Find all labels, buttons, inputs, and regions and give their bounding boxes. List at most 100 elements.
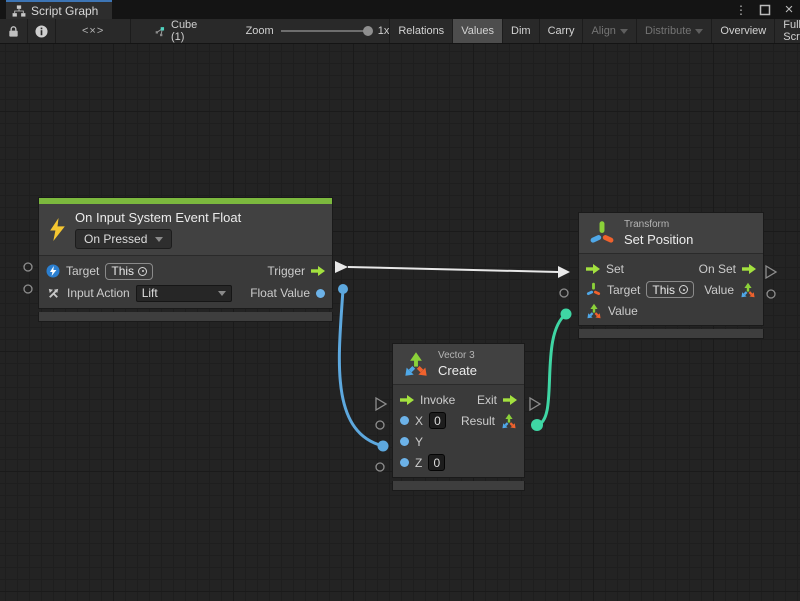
scope-target-icon xyxy=(679,285,688,294)
fullscreen-button[interactable]: Full Screen xyxy=(774,19,800,43)
y-label: Y xyxy=(415,435,423,449)
edge-arrowhead xyxy=(558,266,570,278)
x-value-input[interactable]: 0 xyxy=(429,412,446,429)
zoom-slider[interactable] xyxy=(281,30,371,32)
chevron-down-icon xyxy=(695,29,703,34)
script-graph-window: Script Graph ⋮ × <×> Cube (1) Zoom 1x xyxy=(0,0,800,601)
node-transform-set-position[interactable]: Transform Set Position Set On Set xyxy=(578,212,764,339)
target-this-chip[interactable]: This xyxy=(105,263,153,280)
flow-arrow-icon xyxy=(503,395,517,405)
angle-brackets-icon: <×> xyxy=(82,25,104,37)
port-transform-target[interactable] xyxy=(560,289,568,297)
tab-title: Script Graph xyxy=(31,4,98,18)
graph-canvas[interactable]: On Input System Event Float On Pressed T… xyxy=(0,44,800,601)
values-button[interactable]: Values xyxy=(452,19,502,43)
on-set-label: On Set xyxy=(699,262,736,276)
relations-button[interactable]: Relations xyxy=(389,19,452,43)
script-graph-icon xyxy=(12,5,26,17)
tab-bar: Script Graph ⋮ × xyxy=(0,0,800,19)
lock-icon xyxy=(7,25,20,38)
window-menu-icon[interactable]: ⋮ xyxy=(734,3,748,17)
vector3-icon xyxy=(740,282,756,298)
invoke-label: Invoke xyxy=(420,393,455,407)
zoom-control: Zoom 1x xyxy=(246,19,390,43)
chevron-down-icon xyxy=(218,291,226,296)
port-invoke-in[interactable] xyxy=(376,398,386,410)
input-action-select[interactable]: Lift xyxy=(136,285,232,302)
port-y-in[interactable] xyxy=(378,441,389,452)
z-label: Z xyxy=(415,456,422,470)
target-this-chip[interactable]: This xyxy=(646,281,694,298)
vector3-icon xyxy=(501,413,517,429)
chevron-down-icon xyxy=(620,29,628,34)
align-dropdown[interactable]: Align xyxy=(582,19,635,43)
chevron-down-icon xyxy=(155,237,163,242)
overview-button[interactable]: Overview xyxy=(711,19,774,43)
graph-name: Cube (1) xyxy=(171,19,202,43)
input-action-icon xyxy=(46,286,61,301)
toolbar-buttons: Relations Values Dim Carry Align Distrib… xyxy=(389,19,800,43)
node-footer xyxy=(392,481,525,491)
node-on-input-system-event-float[interactable]: On Input System Event Float On Pressed T… xyxy=(38,197,333,322)
value-in-label: Value xyxy=(608,304,638,318)
port-event-target[interactable] xyxy=(24,263,32,271)
float-port-icon[interactable] xyxy=(400,437,409,446)
float-value-label: Float Value xyxy=(250,286,310,300)
zoom-slider-knob[interactable] xyxy=(363,26,373,36)
flow-arrow-icon xyxy=(742,264,756,274)
distribute-dropdown[interactable]: Distribute xyxy=(636,19,711,43)
port-result-out[interactable] xyxy=(531,419,543,431)
event-target-icon xyxy=(46,264,60,278)
flow-arrow-icon xyxy=(586,264,600,274)
input-action-label: Input Action xyxy=(67,286,130,300)
graph-reference[interactable]: Cube (1) xyxy=(149,19,207,43)
transform-icon xyxy=(586,282,601,297)
flow-arrow-icon xyxy=(400,395,414,405)
event-state-dropdown[interactable]: On Pressed xyxy=(75,229,172,249)
port-onset-out[interactable] xyxy=(766,266,776,278)
port-event-inputaction[interactable] xyxy=(24,285,32,293)
port-z-in[interactable] xyxy=(376,463,384,471)
x-label: X xyxy=(415,414,423,428)
window-maximize-icon[interactable] xyxy=(758,4,772,16)
vector3-icon xyxy=(586,303,602,319)
port-value-out[interactable] xyxy=(767,290,775,298)
exit-label: Exit xyxy=(477,393,497,407)
graph-toolbar: <×> Cube (1) Zoom 1x Relations Values Di… xyxy=(0,19,800,44)
port-x-in[interactable] xyxy=(376,421,384,429)
node-footer xyxy=(38,312,333,322)
target-label: Target xyxy=(66,264,99,278)
edge-result-to-value[interactable] xyxy=(537,314,566,425)
dim-button[interactable]: Dim xyxy=(502,19,539,43)
float-port-icon[interactable] xyxy=(400,458,409,467)
port-floatvalue-out[interactable] xyxy=(338,284,348,294)
node-category: Transform xyxy=(624,219,693,230)
port-exit-out[interactable] xyxy=(530,398,540,410)
port-trigger-out[interactable] xyxy=(335,261,348,273)
carry-button[interactable]: Carry xyxy=(539,19,583,43)
node-vector3-create[interactable]: Vector 3 Create Invoke Exit xyxy=(392,343,525,491)
node-title: Set Position xyxy=(624,232,693,247)
set-label: Set xyxy=(606,262,624,276)
float-port-icon[interactable] xyxy=(400,416,409,425)
window-close-icon[interactable]: × xyxy=(782,1,796,18)
edge-trigger-to-set[interactable] xyxy=(348,267,558,272)
node-category: Vector 3 xyxy=(438,350,477,361)
result-label: Result xyxy=(461,414,495,428)
trigger-label: Trigger xyxy=(267,264,305,278)
flow-arrow-icon xyxy=(311,266,325,276)
node-title: On Input System Event Float xyxy=(75,210,241,225)
graph-node-icon xyxy=(155,24,166,39)
info-button[interactable] xyxy=(28,19,56,43)
vector3-icon xyxy=(403,351,429,377)
z-value-input[interactable]: 0 xyxy=(428,454,445,471)
zoom-level: 1x xyxy=(378,25,390,37)
zoom-label: Zoom xyxy=(246,25,274,37)
float-port-icon[interactable] xyxy=(316,289,325,298)
lock-button[interactable] xyxy=(0,19,28,43)
tab-script-graph[interactable]: Script Graph xyxy=(6,0,112,19)
edit-graph-button[interactable]: <×> xyxy=(56,19,131,43)
port-value-in[interactable] xyxy=(561,309,572,320)
value-out-label: Value xyxy=(704,283,734,297)
lightning-bolt-icon xyxy=(49,218,66,241)
